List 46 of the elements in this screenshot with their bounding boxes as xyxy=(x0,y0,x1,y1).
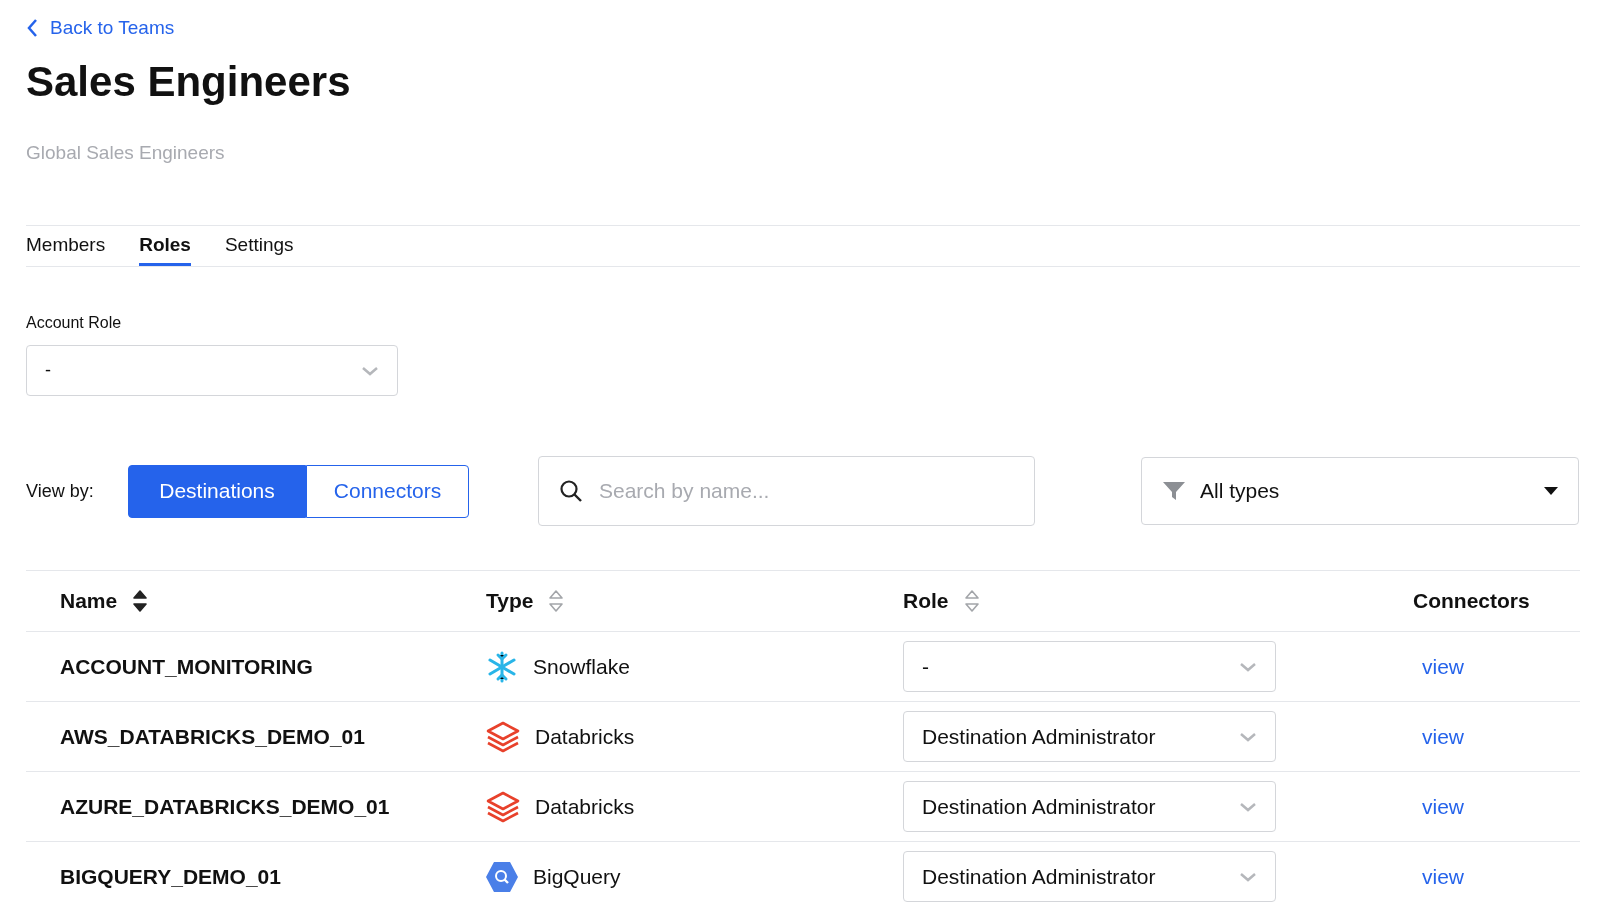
type-label: Databricks xyxy=(535,723,635,750)
view-link[interactable]: view xyxy=(1422,724,1464,748)
account-role-label: Account Role xyxy=(26,313,122,333)
chevron-down-icon xyxy=(361,365,379,376)
caret-down-icon xyxy=(1544,487,1558,495)
column-header: Connectors xyxy=(1413,588,1530,615)
role-select[interactable]: Destination Administrator xyxy=(903,851,1276,902)
view-by-label: View by: xyxy=(26,479,95,503)
stacked-layers-icon xyxy=(485,719,521,754)
column-header: Type xyxy=(486,588,534,615)
tab[interactable]: Settings xyxy=(224,226,294,266)
chevron-down-icon xyxy=(1239,801,1257,812)
type-label: Snowflake xyxy=(533,653,630,680)
chevron-down-icon xyxy=(1239,661,1257,672)
role-select[interactable]: Destination Administrator xyxy=(903,711,1276,762)
table-cell-text: AZURE_DATABRICKS_DEMO_01 xyxy=(60,793,390,820)
view-toggle-button[interactable]: Connectors xyxy=(306,464,469,518)
type-label: Databricks xyxy=(535,793,635,820)
page-title: Sales Engineers xyxy=(26,60,351,103)
chevron-down-icon xyxy=(1239,871,1257,882)
chevron-down-icon xyxy=(1239,731,1257,742)
chevron-left-icon xyxy=(26,18,38,39)
search-field[interactable]: Search by name... xyxy=(538,456,1035,526)
tab[interactable]: Members xyxy=(26,226,106,266)
role-select[interactable]: - xyxy=(903,641,1276,692)
role-select[interactable]: Destination Administrator xyxy=(903,781,1276,832)
account-role-select[interactable]: - xyxy=(26,345,398,396)
type-filter-select[interactable]: All types xyxy=(1141,457,1579,525)
type-label: BigQuery xyxy=(533,863,621,890)
table-cell-text: ACCOUNT_MONITORING xyxy=(60,653,313,680)
view-toggle-button[interactable]: Destinations xyxy=(128,464,306,518)
sort-icon[interactable] xyxy=(133,590,148,612)
view-link[interactable]: view xyxy=(1422,794,1464,818)
table-cell-text: AWS_DATABRICKS_DEMO_01 xyxy=(60,723,365,750)
tab[interactable]: Roles xyxy=(139,226,191,266)
hexagon-search-icon xyxy=(485,860,519,893)
table-cell-text: BIGQUERY_DEMO_01 xyxy=(60,863,281,890)
filter-icon xyxy=(1162,480,1186,502)
search-icon xyxy=(559,479,583,503)
stacked-layers-icon xyxy=(485,789,521,824)
column-header: Name xyxy=(60,588,118,615)
column-header: Role xyxy=(903,588,949,615)
back-link[interactable]: Back to Teams xyxy=(26,0,175,43)
team-description: Global Sales Engineers xyxy=(26,140,225,165)
view-link[interactable]: view xyxy=(1422,654,1464,678)
view-link[interactable]: view xyxy=(1422,864,1464,888)
